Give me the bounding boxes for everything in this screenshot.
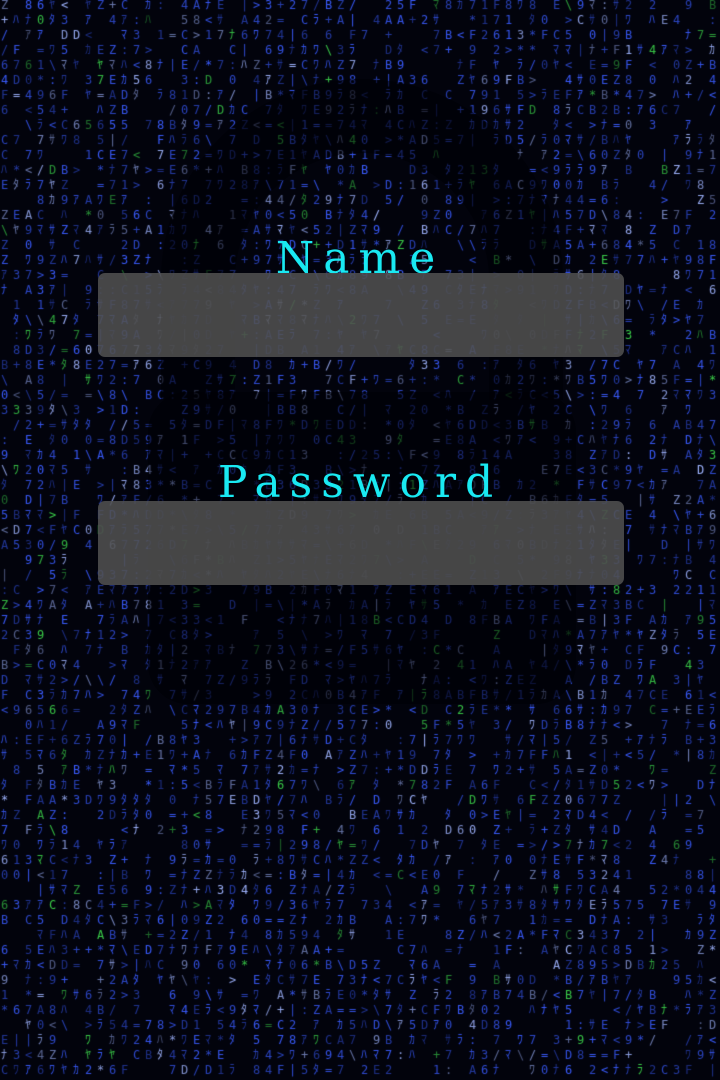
name-input[interactable]: [98, 273, 624, 357]
login-screen: Name Password: [0, 0, 720, 1080]
password-label: Password: [217, 457, 503, 508]
password-input[interactable]: [98, 501, 624, 585]
